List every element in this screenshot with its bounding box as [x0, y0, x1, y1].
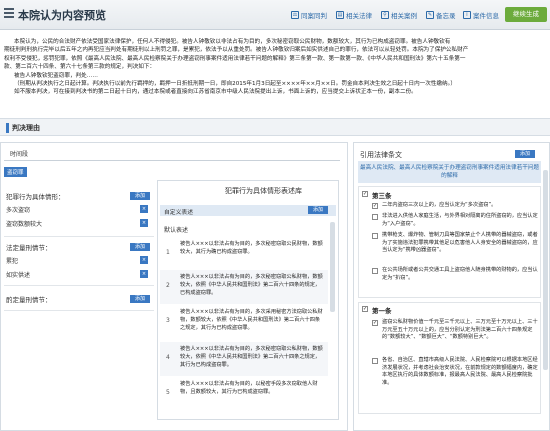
add-behavior-button[interactable]: 添加: [130, 192, 150, 200]
clause-text: 在公共场所或者公共交通工具上盗窃他人随身携带的财物的，应当认定为“扒窃”。: [382, 267, 538, 281]
clause-checkbox[interactable]: [372, 268, 378, 274]
book-icon: ▤: [336, 10, 344, 19]
article-checkbox[interactable]: ✓: [362, 306, 368, 312]
clause-checkbox[interactable]: ✓: [372, 203, 378, 209]
related-law-button[interactable]: ▤ 相关法律: [336, 8, 372, 21]
header-bar: 本院认为内容预览 ⚖ 同案同判 ▤ 相关法律 ⚲ 相关案例 ✎ 备忘录 i 案件…: [0, 0, 550, 30]
reason-section-bar: 判决理由: [0, 118, 550, 136]
section-marker: [6, 123, 9, 133]
page-title: 本院认为内容预览: [18, 9, 106, 22]
same-case-button[interactable]: ⚖ 同案同判: [291, 8, 327, 21]
scales-icon: ⚖: [291, 10, 299, 19]
clause-checkbox[interactable]: [372, 214, 378, 220]
preview-line: 被告人钟敬钦犯盗窃罪，判处……: [14, 72, 98, 79]
clause-text: 盗窃公私财物价值一千元至三千元以上、三万元至十万元以上、三十万元至五十万元以上的…: [382, 319, 538, 340]
crime-tag[interactable]: 盗窃罪: [4, 167, 27, 177]
clause-text: 二年内盗窃三次以上的，应当认定为“多次盗窃”。: [382, 202, 497, 208]
search-icon: ⚲: [381, 10, 389, 19]
divider: [4, 310, 154, 311]
default-expression-label: 默认表述: [164, 227, 189, 234]
remove-icon[interactable]: ×: [140, 270, 148, 278]
clause-checkbox[interactable]: ✓: [372, 320, 378, 326]
article-title: 第三条: [372, 192, 392, 200]
section-title: 判决理由: [12, 124, 40, 132]
article-checkbox[interactable]: ✓: [362, 191, 368, 197]
preview-line: （刑期从判决执行之日起计算。判决执行以前先行羁押的，羁押一日折抵刑期一日，即自2…: [14, 81, 457, 88]
statutory-item[interactable]: 如实供述: [6, 270, 30, 279]
remove-icon[interactable]: ×: [140, 205, 148, 213]
divider: [4, 236, 154, 237]
add-law-button[interactable]: 添加: [515, 150, 535, 158]
remove-icon[interactable]: ×: [140, 219, 148, 227]
group-title-statutory: 法定量刑情节：: [6, 244, 52, 252]
statutory-item[interactable]: 累犯: [6, 256, 18, 265]
preview-line: 本院认为，公民的合法财产依法受国家法律保护，任何人不得侵犯。被告人钟敬钦以非法占…: [14, 39, 451, 45]
law-panel-title: 引用法律条文: [360, 151, 402, 159]
group-title-behavior: 犯罪行为具体情形：: [6, 193, 65, 201]
behavior-item[interactable]: 多次盗窃: [6, 205, 30, 214]
expression-item[interactable]: 3 被告人×××以非法占有为目的，多次采用秘密方法窃取公私财物，数额较大，依照《…: [160, 305, 328, 341]
preview-line: 如不服本判决，可在接到判决书的第二日起十日内，通过本院或者直接向江苏省南京市中级…: [14, 89, 417, 96]
menu-icon[interactable]: [4, 8, 14, 20]
law-source-header: 最高人民法院、最高人民检察院关于办理盗窃刑事案件适用法律若干问题的解释: [358, 161, 541, 183]
expression-item[interactable]: 4 被告人×××以非法占有为目的，多次秘密窃取公私财物，数额较大，依照《中华人民…: [160, 342, 328, 376]
clause-text: 非法进入供他人家庭生活，与外界相对隔离的住所盗窃的，应当认定为“入户盗窃”。: [382, 213, 538, 227]
group-title-discretionary: 酌定量刑情节：: [6, 296, 52, 304]
expression-library-title: 犯罪行为具体情形表述库: [225, 187, 302, 195]
preview-line: 款、第二百六十四条、第六十七条第三款的规定，判决如下：: [4, 64, 156, 71]
expression-scrollbar[interactable]: [330, 222, 335, 312]
expression-item[interactable]: 1 被告人×××以非法占有为目的，多次秘密窃取公民财物，数额较大，其行为确已构成…: [160, 237, 328, 269]
preview-text: 本院认为，公民的合法财产依法受国家法律保护，任何人不得侵犯。被告人钟敬钦以非法占…: [4, 38, 546, 97]
case-info-button[interactable]: i 案件信息: [463, 8, 499, 21]
tab-divider: [4, 160, 340, 161]
clause-text: 携带枪支、爆炸物、管制刀具等国家禁止个人携带的器械盗窃，或者为了实施违法犯罪携带…: [382, 232, 538, 253]
behavior-item[interactable]: 盗窃数额较大: [6, 219, 42, 228]
expression-item[interactable]: 5 被告人×××以非法占有为目的，以秘密手段多次窃取他人财物，且数额较大，其行为…: [160, 377, 328, 407]
add-statutory-button[interactable]: 添加: [130, 243, 150, 251]
info-icon: i: [463, 10, 471, 19]
related-case-button[interactable]: ⚲ 相关案例: [381, 8, 417, 21]
add-custom-button[interactable]: 添加: [308, 206, 328, 214]
law-scrollbar[interactable]: [543, 170, 548, 370]
clause-checkbox[interactable]: [372, 233, 378, 239]
expression-item[interactable]: 2 被告人×××以非法占有为目的，多次秘密窃取公私财物，数额较大，依照《中华人民…: [160, 270, 328, 304]
remove-icon[interactable]: ×: [140, 256, 148, 264]
preview-line: 期徒刑判刑执行完毕以后五年之内再犯应当判处有期徒刑以上刑罚之罪，是累犯，依法予以…: [4, 47, 469, 54]
memo-icon: ✎: [426, 10, 434, 19]
memo-button[interactable]: ✎ 备忘录: [426, 8, 456, 21]
add-discretionary-button[interactable]: 添加: [130, 295, 150, 303]
preview-line: 权利不受侵犯，惩罚犯罪，依照《最高人民法院、最高人民检察院关于办理盗窃刑事案件适…: [4, 55, 466, 62]
tab-time-period[interactable]: 时间段: [10, 149, 28, 158]
article-title: 第一条: [372, 307, 392, 315]
divider: [4, 285, 154, 286]
continue-generate-button[interactable]: 继续生成: [505, 7, 547, 22]
clause-checkbox[interactable]: [372, 358, 378, 364]
clause-text: 各省、自治区、直辖市高级人民法院、人民检察院可以根据本地区经济发展状况，并考虑社…: [382, 357, 538, 386]
